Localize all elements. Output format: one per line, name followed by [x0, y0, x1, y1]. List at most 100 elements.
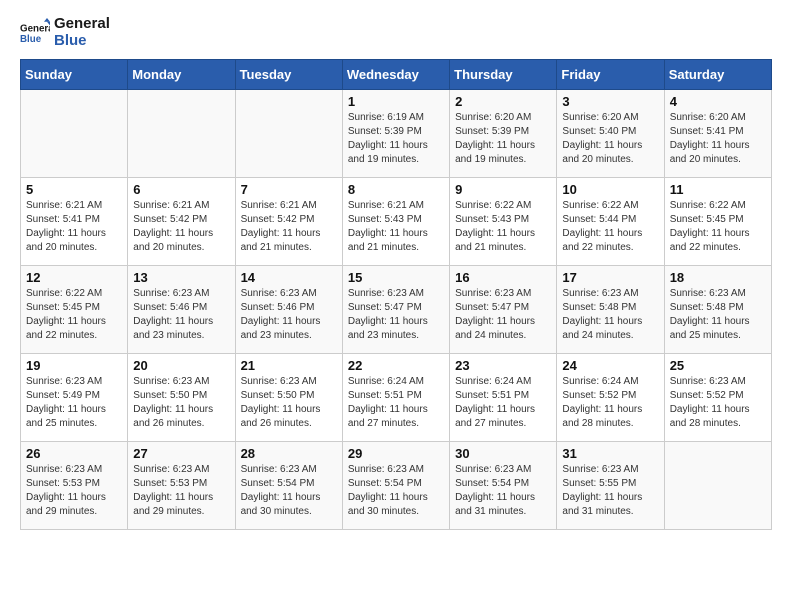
calendar-cell: 2 Sunrise: 6:20 AM Sunset: 5:39 PM Daylig…: [450, 90, 557, 178]
cell-info: Sunrise: 6:22 AM Sunset: 5:43 PM Dayligh…: [455, 199, 551, 255]
calendar-cell: 11 Sunrise: 6:22 AM Sunset: 5:45 PM Dayli…: [664, 178, 771, 266]
weekday-header-friday: Friday: [557, 60, 664, 90]
logo-general: General: [54, 16, 110, 33]
day-number: 28: [241, 446, 337, 461]
calendar-week-3: 12Sunrise: 6:22 AM Sunset: 5:45 PM Dayli…: [21, 266, 772, 354]
day-number: 1: [348, 94, 444, 109]
calendar-cell: 12Sunrise: 6:22 AM Sunset: 5:45 PM Dayli…: [21, 266, 128, 354]
svg-text:General: General: [20, 23, 50, 34]
day-number: 11: [670, 182, 766, 197]
calendar-cell: 18Sunrise: 6:23 AM Sunset: 5:48 PM Dayli…: [664, 266, 771, 354]
calendar-cell: 13 Sunrise: 6:23 AM Sunset: 5:46 PM Dayli…: [128, 266, 235, 354]
cell-info: Sunrise: 6:23 AM Sunset: 5:46 PM Dayligh…: [133, 287, 229, 343]
day-number: 6: [133, 182, 229, 197]
calendar-cell: 22Sunrise: 6:24 AM Sunset: 5:51 PM Dayli…: [342, 354, 449, 442]
day-number: 2: [455, 94, 551, 109]
day-number: 30: [455, 446, 551, 461]
calendar-cell: 25 Sunrise: 6:23 AM Sunset: 5:52 PM Dayli…: [664, 354, 771, 442]
weekday-header-tuesday: Tuesday: [235, 60, 342, 90]
cell-info: Sunrise: 6:24 AM Sunset: 5:51 PM Dayligh…: [348, 375, 444, 431]
calendar-cell: 5 Sunrise: 6:21 AM Sunset: 5:41 PM Daylig…: [21, 178, 128, 266]
cell-info: Sunrise: 6:22 AM Sunset: 5:45 PM Dayligh…: [670, 199, 766, 255]
calendar-cell: 29 Sunrise: 6:23 AM Sunset: 5:54 PM Dayli…: [342, 442, 449, 530]
calendar-cell: 10Sunrise: 6:22 AM Sunset: 5:44 PM Dayli…: [557, 178, 664, 266]
page-header: General Blue General Blue: [20, 16, 772, 49]
cell-info: Sunrise: 6:23 AM Sunset: 5:47 PM Dayligh…: [348, 287, 444, 343]
cell-info: Sunrise: 6:22 AM Sunset: 5:44 PM Dayligh…: [562, 199, 658, 255]
cell-info: Sunrise: 6:23 AM Sunset: 5:54 PM Dayligh…: [455, 463, 551, 519]
calendar-cell: 1 Sunrise: 6:19 AM Sunset: 5:39 PM Daylig…: [342, 90, 449, 178]
weekday-header-saturday: Saturday: [664, 60, 771, 90]
calendar-week-4: 19Sunrise: 6:23 AM Sunset: 5:49 PM Dayli…: [21, 354, 772, 442]
cell-info: Sunrise: 6:23 AM Sunset: 5:53 PM Dayligh…: [26, 463, 122, 519]
calendar-cell: 30 Sunrise: 6:23 AM Sunset: 5:54 PM Dayli…: [450, 442, 557, 530]
day-number: 9: [455, 182, 551, 197]
day-number: 17: [562, 270, 658, 285]
weekday-header-monday: Monday: [128, 60, 235, 90]
cell-info: Sunrise: 6:23 AM Sunset: 5:52 PM Dayligh…: [670, 375, 766, 431]
cell-info: Sunrise: 6:21 AM Sunset: 5:43 PM Dayligh…: [348, 199, 444, 255]
calendar-cell: 23Sunrise: 6:24 AM Sunset: 5:51 PM Dayli…: [450, 354, 557, 442]
weekday-header-row: SundayMondayTuesdayWednesdayThursdayFrid…: [21, 60, 772, 90]
cell-info: Sunrise: 6:23 AM Sunset: 5:48 PM Dayligh…: [670, 287, 766, 343]
day-number: 16: [455, 270, 551, 285]
cell-info: Sunrise: 6:20 AM Sunset: 5:40 PM Dayligh…: [562, 111, 658, 167]
calendar-cell: [235, 90, 342, 178]
cell-info: Sunrise: 6:22 AM Sunset: 5:45 PM Dayligh…: [26, 287, 122, 343]
day-number: 7: [241, 182, 337, 197]
day-number: 19: [26, 358, 122, 373]
calendar-cell: 24 Sunrise: 6:24 AM Sunset: 5:52 PM Dayli…: [557, 354, 664, 442]
calendar-cell: 3 Sunrise: 6:20 AM Sunset: 5:40 PM Daylig…: [557, 90, 664, 178]
calendar-cell: 31Sunrise: 6:23 AM Sunset: 5:55 PM Dayli…: [557, 442, 664, 530]
calendar-week-1: 1 Sunrise: 6:19 AM Sunset: 5:39 PM Daylig…: [21, 90, 772, 178]
calendar-cell: 9 Sunrise: 6:22 AM Sunset: 5:43 PM Daylig…: [450, 178, 557, 266]
weekday-header-wednesday: Wednesday: [342, 60, 449, 90]
cell-info: Sunrise: 6:23 AM Sunset: 5:46 PM Dayligh…: [241, 287, 337, 343]
cell-info: Sunrise: 6:23 AM Sunset: 5:50 PM Dayligh…: [133, 375, 229, 431]
logo-icon: General Blue: [20, 18, 50, 48]
cell-info: Sunrise: 6:23 AM Sunset: 5:55 PM Dayligh…: [562, 463, 658, 519]
day-number: 3: [562, 94, 658, 109]
day-number: 23: [455, 358, 551, 373]
calendar-cell: 4 Sunrise: 6:20 AM Sunset: 5:41 PM Daylig…: [664, 90, 771, 178]
day-number: 21: [241, 358, 337, 373]
day-number: 26: [26, 446, 122, 461]
day-number: 15: [348, 270, 444, 285]
day-number: 29: [348, 446, 444, 461]
cell-info: Sunrise: 6:21 AM Sunset: 5:42 PM Dayligh…: [241, 199, 337, 255]
cell-info: Sunrise: 6:20 AM Sunset: 5:41 PM Dayligh…: [670, 111, 766, 167]
calendar-cell: [664, 442, 771, 530]
day-number: 5: [26, 182, 122, 197]
calendar-cell: 28 Sunrise: 6:23 AM Sunset: 5:54 PM Dayli…: [235, 442, 342, 530]
cell-info: Sunrise: 6:23 AM Sunset: 5:47 PM Dayligh…: [455, 287, 551, 343]
day-number: 24: [562, 358, 658, 373]
cell-info: Sunrise: 6:23 AM Sunset: 5:54 PM Dayligh…: [241, 463, 337, 519]
calendar-cell: 6 Sunrise: 6:21 AM Sunset: 5:42 PM Daylig…: [128, 178, 235, 266]
day-number: 14: [241, 270, 337, 285]
cell-info: Sunrise: 6:21 AM Sunset: 5:41 PM Dayligh…: [26, 199, 122, 255]
cell-info: Sunrise: 6:21 AM Sunset: 5:42 PM Dayligh…: [133, 199, 229, 255]
calendar-cell: [128, 90, 235, 178]
calendar-week-2: 5 Sunrise: 6:21 AM Sunset: 5:41 PM Daylig…: [21, 178, 772, 266]
day-number: 13: [133, 270, 229, 285]
calendar-cell: [21, 90, 128, 178]
logo-blue: Blue: [54, 33, 110, 50]
day-number: 4: [670, 94, 766, 109]
calendar-cell: 27 Sunrise: 6:23 AM Sunset: 5:53 PM Dayli…: [128, 442, 235, 530]
weekday-header-thursday: Thursday: [450, 60, 557, 90]
day-number: 25: [670, 358, 766, 373]
cell-info: Sunrise: 6:19 AM Sunset: 5:39 PM Dayligh…: [348, 111, 444, 167]
calendar-table: SundayMondayTuesdayWednesdayThursdayFrid…: [20, 59, 772, 530]
calendar-cell: 15 Sunrise: 6:23 AM Sunset: 5:47 PM Dayli…: [342, 266, 449, 354]
cell-info: Sunrise: 6:24 AM Sunset: 5:52 PM Dayligh…: [562, 375, 658, 431]
cell-info: Sunrise: 6:20 AM Sunset: 5:39 PM Dayligh…: [455, 111, 551, 167]
cell-info: Sunrise: 6:23 AM Sunset: 5:54 PM Dayligh…: [348, 463, 444, 519]
calendar-cell: 20 Sunrise: 6:23 AM Sunset: 5:50 PM Dayli…: [128, 354, 235, 442]
day-number: 8: [348, 182, 444, 197]
calendar-cell: 16 Sunrise: 6:23 AM Sunset: 5:47 PM Dayli…: [450, 266, 557, 354]
day-number: 27: [133, 446, 229, 461]
calendar-cell: 7 Sunrise: 6:21 AM Sunset: 5:42 PM Daylig…: [235, 178, 342, 266]
day-number: 20: [133, 358, 229, 373]
cell-info: Sunrise: 6:23 AM Sunset: 5:53 PM Dayligh…: [133, 463, 229, 519]
svg-text:Blue: Blue: [20, 34, 42, 45]
